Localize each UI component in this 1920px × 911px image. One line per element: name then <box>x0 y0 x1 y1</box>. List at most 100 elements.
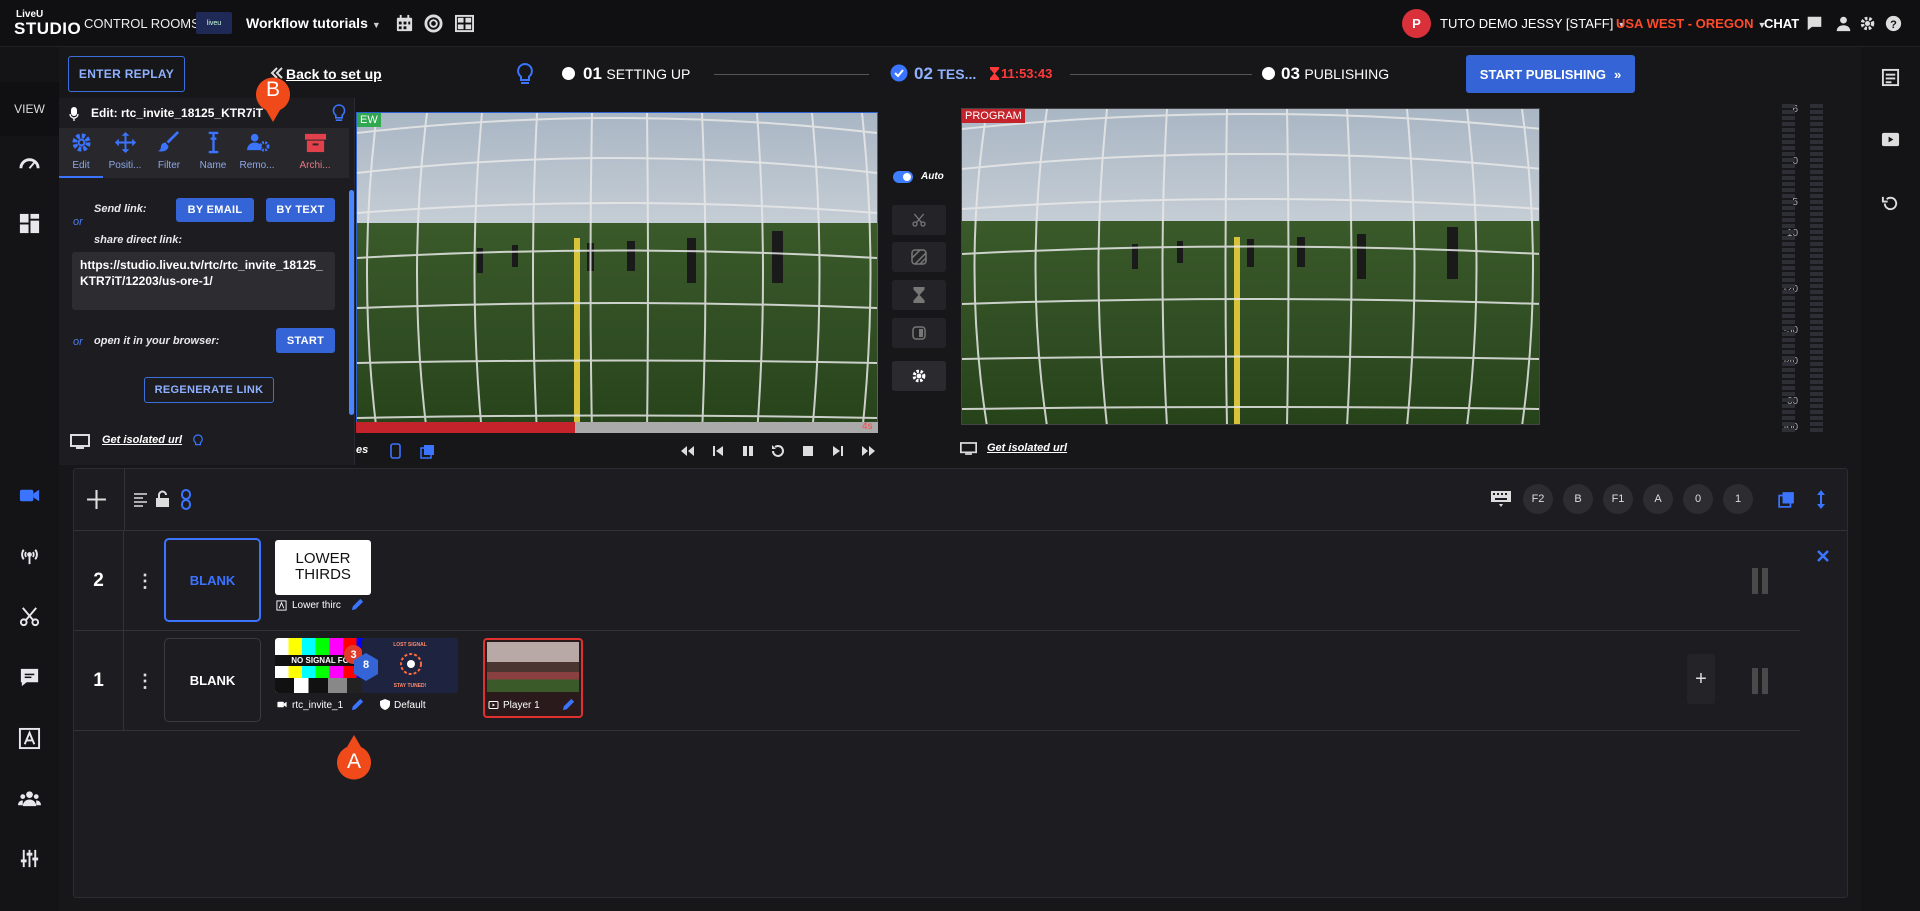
annotation-marker-a: A <box>335 735 373 785</box>
pencil-edit-icon[interactable] <box>350 697 365 712</box>
auto-transition-toggle[interactable] <box>893 171 913 183</box>
hotkey-b[interactable]: B <box>1563 484 1593 514</box>
more-options-icon[interactable]: ⋮ <box>136 571 154 592</box>
step-1-indicator <box>562 67 575 80</box>
help-lifebuoy-icon[interactable] <box>424 14 443 33</box>
layout-grid-icon[interactable] <box>455 14 474 33</box>
tab-remote[interactable]: Remo... <box>235 128 283 178</box>
sliders-icon[interactable] <box>18 847 41 870</box>
media-player-icon[interactable] <box>1881 130 1900 149</box>
pause-icon[interactable] <box>740 443 756 459</box>
cut-button[interactable] <box>892 205 946 235</box>
copy-layers-icon[interactable] <box>420 444 435 459</box>
add-source-button[interactable]: + <box>1687 654 1715 704</box>
users-group-icon[interactable] <box>18 787 41 810</box>
calendar-icon[interactable] <box>395 14 414 33</box>
chat-bubble-icon[interactable] <box>1806 14 1823 33</box>
regenerate-link-button[interactable]: REGENERATE LINK <box>144 377 274 403</box>
enter-replay-button[interactable]: ENTER REPLAY <box>68 56 185 92</box>
blank-source[interactable]: BLANK <box>164 538 261 622</box>
comment-icon[interactable] <box>18 666 41 689</box>
pencil-edit-icon[interactable] <box>561 697 576 712</box>
send-by-email-button[interactable]: BY EMAIL <box>176 198 254 222</box>
hotkey-f2[interactable]: F2 <box>1523 484 1553 514</box>
program-monitor[interactable]: PROGRAM <box>961 108 1540 425</box>
user-icon[interactable] <box>1835 14 1852 33</box>
tab-archive-label: Archi... <box>299 160 331 171</box>
liveu-studio-logo[interactable]: LiveU STUDIO <box>14 9 81 38</box>
add-layer-icon[interactable] <box>86 489 107 510</box>
step-2[interactable]: 02 TES... <box>914 64 976 84</box>
close-icon[interactable] <box>1816 549 1830 563</box>
replay-icon[interactable] <box>770 443 786 459</box>
rundown-icon[interactable] <box>1881 68 1900 87</box>
view-label[interactable]: VIEW <box>0 82 59 136</box>
text-graphics-icon[interactable] <box>18 727 41 750</box>
lightbulb-hint-icon[interactable] <box>331 102 347 124</box>
step-3[interactable]: 03 PUBLISHING <box>1281 64 1389 84</box>
dashboard-gauge-icon[interactable] <box>18 152 41 175</box>
copy-layers-icon[interactable] <box>1778 491 1795 508</box>
drag-handle[interactable] <box>1752 568 1770 594</box>
get-isolated-url-link[interactable]: Get isolated url <box>102 434 182 446</box>
align-left-icon[interactable] <box>133 492 148 507</box>
tab-filter[interactable]: Filter <box>147 128 191 178</box>
tab-position[interactable]: Positi... <box>103 128 147 178</box>
start-publishing-button[interactable]: START PUBLISHING » <box>1466 55 1635 93</box>
keyboard-icon[interactable] <box>1490 490 1512 508</box>
pencil-edit-icon[interactable] <box>350 597 365 612</box>
fade-button[interactable] <box>892 242 946 272</box>
layout-icon[interactable] <box>18 212 41 235</box>
region-selector[interactable]: USA WEST - OREGON ▼ <box>1616 16 1766 31</box>
hotkey-0[interactable]: 0 <box>1683 484 1713 514</box>
lightbulb-hint-icon[interactable] <box>192 433 204 449</box>
hotkey-a[interactable]: A <box>1643 484 1673 514</box>
tab-edit[interactable]: Edit <box>59 128 103 178</box>
drag-handle[interactable] <box>1752 668 1770 694</box>
tab-archive[interactable]: Archi... <box>293 128 337 178</box>
link-chain-icon[interactable] <box>180 489 192 510</box>
video-camera-icon[interactable] <box>18 484 41 507</box>
archive-box-icon <box>304 133 327 153</box>
undo-history-icon[interactable] <box>1881 194 1900 213</box>
chat-button[interactable]: CHAT <box>1764 16 1799 31</box>
hotkey-f1[interactable]: F1 <box>1603 484 1633 514</box>
user-menu[interactable]: TUTO DEMO JESSY [STAFF] ▼ <box>1440 16 1626 31</box>
move-arrows-icon <box>114 131 137 154</box>
scissors-icon[interactable] <box>18 605 41 628</box>
blank-source[interactable]: BLANK <box>164 638 261 722</box>
layer-number: 1 <box>74 631 124 731</box>
hotkey-1[interactable]: 1 <box>1723 484 1753 514</box>
room-selector[interactable]: Workflow tutorials ▼ <box>246 15 381 31</box>
gear-icon[interactable] <box>1859 14 1876 33</box>
hourglass-transition-button[interactable] <box>892 280 946 310</box>
broadcast-icon[interactable] <box>18 544 41 567</box>
next-icon[interactable] <box>830 443 846 459</box>
skip-end-icon[interactable] <box>860 443 876 459</box>
send-by-text-button[interactable]: BY TEXT <box>266 198 335 222</box>
start-in-browser-button[interactable]: START <box>276 328 335 353</box>
lightbulb-hint-icon[interactable] <box>515 62 535 86</box>
tab-name[interactable]: Name <box>191 128 235 178</box>
step-1[interactable]: 01 SETTING UP <box>583 64 690 84</box>
users-gear-icon <box>247 133 270 152</box>
unlock-icon[interactable] <box>155 490 170 507</box>
direct-link-field[interactable]: https://studio.liveu.tv/rtc/rtc_invite_1… <box>72 252 335 310</box>
stop-icon[interactable] <box>800 443 816 459</box>
back-to-setup-link[interactable]: Back to set up <box>286 66 382 82</box>
avatar[interactable]: P <box>1402 9 1431 38</box>
help-icon[interactable]: ? <box>1885 14 1902 33</box>
expand-vertical-icon[interactable] <box>1816 489 1826 510</box>
mobile-icon[interactable] <box>390 443 401 459</box>
preview-monitor[interactable]: EW <box>356 112 878 433</box>
previous-icon[interactable] <box>710 443 726 459</box>
more-options-icon[interactable]: ⋮ <box>136 671 154 692</box>
player-1-source[interactable]: Player 1 <box>483 638 583 718</box>
control-rooms-link[interactable]: CONTROL ROOMS <box>84 16 200 31</box>
wipe-button[interactable] <box>892 318 946 348</box>
program-get-isolated-url-link[interactable]: Get isolated url <box>987 442 1067 454</box>
edit-panel-scrollbar[interactable] <box>349 190 354 415</box>
lower-thirds-thumbnail[interactable]: LOWER THIRDS <box>275 540 371 595</box>
transition-settings-button[interactable] <box>892 361 946 391</box>
skip-start-icon[interactable] <box>680 443 696 459</box>
